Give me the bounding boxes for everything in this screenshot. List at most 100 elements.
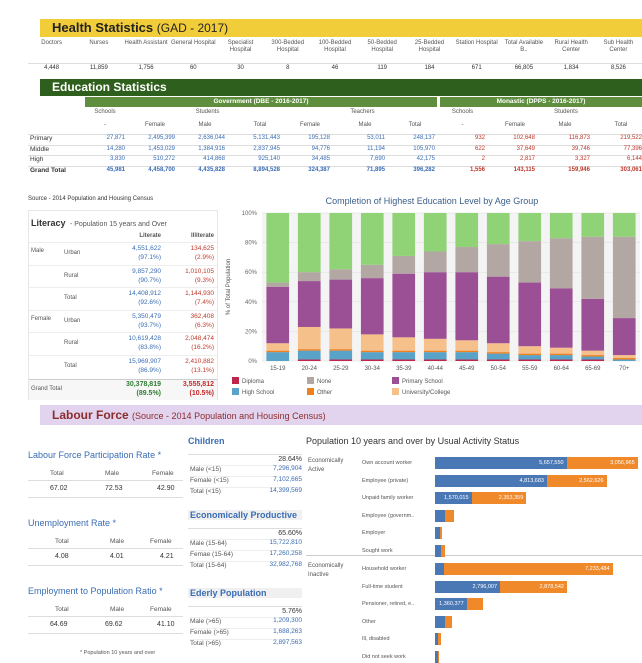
group-row-value: 15,722,810 [269,539,302,546]
bar-segment [297,359,321,361]
col-male: Male [198,122,212,128]
health-value: 30 [237,65,244,71]
grand-illiterate-pct: (10.5%) [189,390,214,397]
bar-segment [518,213,542,242]
health-col-label: Health Assistant [124,40,168,46]
activity-orange-label: 2,562,626 [579,477,604,484]
activity-orange-label: 2,878,542 [539,583,564,590]
group-row-value: 1,688,263 [273,628,302,635]
health-value: 60 [189,65,197,71]
edu-mon-value: 77,396 [623,145,642,152]
col-m-total: Total [614,122,628,128]
legend-label: Diploma [242,379,265,385]
health-col-label: 100-Bedded Hospital [318,40,352,53]
lfpr-col-female: Female [152,470,174,477]
group-title: Ederly Population [188,588,302,598]
education-title: Education Statistics [40,79,642,96]
health-value: 4,448 [44,65,60,71]
bar-segment [581,350,605,356]
bar-segment [360,334,384,351]
bar-segment [423,359,447,361]
health-value: 46 [331,65,339,71]
grand-literate-pct: (89.5%) [136,390,161,397]
bar-segment [329,350,353,360]
bar-segment [360,213,384,265]
x-tick-label: 20-24 [302,366,318,372]
group-pct: 65.60% [188,528,302,537]
activity-orange-label: 3,056,965 [610,460,635,466]
bar-segment [612,236,636,319]
group-pct: 5.76% [188,606,302,615]
bar-segment [518,346,542,354]
bar-segment [518,241,542,283]
bar-segment [581,355,605,357]
legend-swatch [392,388,399,395]
col-dash: - [104,122,106,128]
health-columns: Doctors Nurses Health Assistant General Hos… [28,40,642,60]
col-t-male: Male [358,122,372,128]
ur-col-male: Male [110,538,125,545]
edu-gov-value: 5,131,443 [253,135,280,141]
illiterate-value: 2,048,474 [185,335,214,342]
legend-label: Primary School [402,379,443,385]
activity-title: Population 10 years and over by Usual Ac… [306,436,520,446]
x-tick-label: 15-19 [270,366,286,372]
lfpr-male: 72.53 [105,485,123,492]
health-col-label: Rural Health Center [554,40,588,53]
bar-segment [549,355,573,360]
col-illiterate: Illiterate [190,233,214,239]
edu-gov-value: 7,690 [369,156,385,162]
edu-row-label: Primary [30,135,53,142]
edu-gov-value: 4,458,700 [148,166,175,173]
edu-row-label: High [30,156,44,163]
lfpr-col-total: Total [50,470,64,477]
bar-segment [549,238,573,289]
bar-segment [612,355,636,359]
bar-segment [518,353,542,356]
bar-segment [612,213,636,237]
activity-label: Employee (governm.. [362,512,415,519]
bar-segment [297,349,321,351]
health-value: 66,805 [514,65,534,71]
edu-mon-value: 39,746 [571,145,590,152]
y-tick-label: 60% [245,270,258,276]
activity-orange-label: 2,353,359 [498,495,524,501]
activity-label: Unpaid family worker [362,495,414,501]
health-value: 11,859 [89,65,108,71]
literate-value: 9,857,290 [132,267,161,275]
edu-gov-value: 1,453,029 [148,145,175,152]
group-row-value: 32,982,768 [269,561,302,568]
activity-label: Full-time student [362,583,403,590]
bar-segment [266,350,290,353]
illiterate-pct: (16.2%) [191,344,214,351]
bar-segment [486,353,510,360]
activity-bar-orange [437,650,440,663]
gov-header: Government (DBE - 2016-2017) [85,97,437,107]
literate-pct: (93.7%) [138,321,161,329]
x-tick-label: 35-39 [396,366,412,372]
health-col-label: Station Hospital [455,40,498,46]
ur-female: 4.21 [160,553,174,560]
chart-title: Completion of Highest Education Level by… [325,196,539,206]
illiterate-pct: (2.9%) [194,254,214,261]
edu-row-label: Grand Total [30,166,66,174]
edu-gov-value: 248,137 [413,135,435,141]
activity-blue-label: 2,796,007 [472,583,498,590]
literacy-area: Total [64,362,77,369]
ur-col-total: Total [55,538,69,545]
bar-segment [455,350,479,353]
bar-segment [581,359,605,361]
health-value: 184 [424,65,435,71]
x-tick-label: 65-69 [585,366,601,372]
bar-segment [455,247,479,273]
col-schools: Schools [94,109,116,115]
bar-segment [423,272,447,339]
bar-segment [360,264,384,279]
health-value: 8 [286,65,290,71]
group-row-value: 7,102,665 [273,476,302,483]
literacy-sex: Female [31,315,52,322]
bar-segment [297,272,321,282]
x-tick-label: 55-59 [522,366,538,372]
inactive-label: Economically Inactive [308,563,344,578]
group-row-value: 1,209,300 [273,617,302,624]
